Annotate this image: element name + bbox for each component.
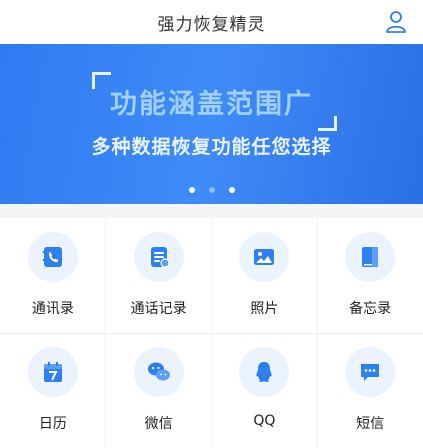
feature-qq[interactable]: QQ <box>212 333 318 448</box>
feature-label: 通讯录 <box>31 301 74 317</box>
feature-calendar[interactable]: 日历 <box>0 333 106 448</box>
feature-label: 日历 <box>38 416 67 432</box>
carousel-dot[interactable] <box>208 187 215 193</box>
qq-icon <box>239 347 290 397</box>
wechat-icon <box>133 347 184 397</box>
photo-icon <box>239 232 290 282</box>
promo-banner[interactable]: 功能涵盖范围广 多种数据恢复功能任您选择 <box>0 44 423 204</box>
banner-subline: 多种数据恢复功能任您选择 <box>91 136 332 158</box>
feature-contacts[interactable]: 通讯录 <box>0 218 106 333</box>
feature-photo[interactable]: 照片 <box>212 218 318 333</box>
carousel-dot[interactable] <box>228 187 235 193</box>
banner-headline: 功能涵盖范围广 <box>110 89 313 120</box>
feature-label: 通话记录 <box>130 301 187 317</box>
app-title: 强力恢复精灵 <box>157 15 266 35</box>
top-bar: 强力恢复精灵 <box>0 0 423 44</box>
feature-label: 短信 <box>356 416 385 432</box>
calendar-icon <box>27 347 78 397</box>
carousel-indicator <box>0 178 423 197</box>
feature-label: 备忘录 <box>349 301 392 317</box>
feature-wechat[interactable]: 微信 <box>106 333 212 448</box>
feature-memo[interactable]: 备忘录 <box>317 218 423 333</box>
carousel-dot[interactable] <box>188 187 195 193</box>
call-log-icon <box>133 232 184 282</box>
user-icon[interactable] <box>385 10 407 34</box>
feature-label: QQ <box>253 413 276 429</box>
feature-sms[interactable]: 短信 <box>317 333 423 448</box>
contacts-icon <box>27 232 78 282</box>
feature-grid: 通讯录 通话记录 照片 备忘录 日历 微信 QQ 短信 <box>0 218 423 448</box>
feature-call-log[interactable]: 通话记录 <box>106 218 212 333</box>
sms-icon <box>345 347 396 397</box>
memo-icon <box>345 232 396 282</box>
feature-label: 照片 <box>250 301 279 317</box>
feature-label: 微信 <box>144 416 173 432</box>
